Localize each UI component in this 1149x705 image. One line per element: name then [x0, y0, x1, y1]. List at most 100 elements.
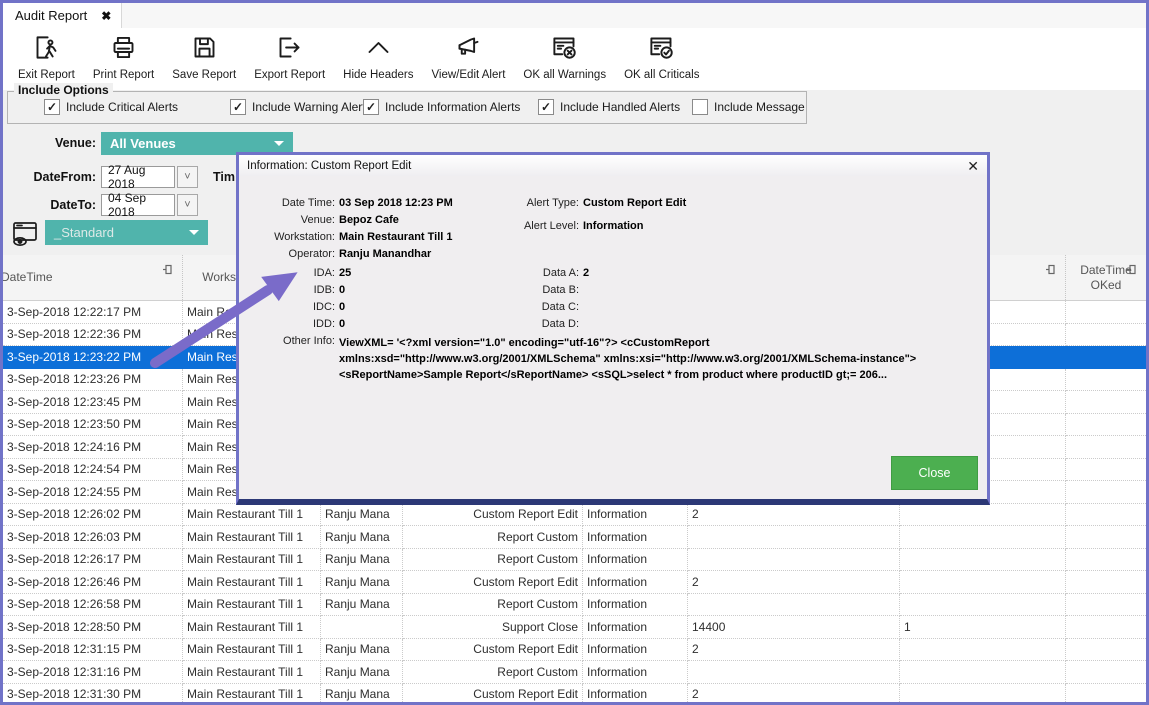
grid-cell[interactable]: Ranju Mana: [321, 684, 403, 703]
grid-cell[interactable]: 3-Sep-2018 12:22:17 PM: [3, 301, 183, 324]
grid-cell[interactable]: Ranju Mana: [321, 661, 403, 684]
grid-cell[interactable]: Information: [583, 616, 688, 639]
grid-cell[interactable]: 3-Sep-2018 12:22:36 PM: [3, 324, 183, 347]
date-from-dropdown-button[interactable]: ˅: [177, 166, 198, 188]
grid-cell[interactable]: [1066, 324, 1146, 347]
grid-cell[interactable]: Main Restaurant Till 1: [183, 526, 321, 549]
grid-cell[interactable]: Main Restaurant Till 1: [183, 504, 321, 527]
grid-row[interactable]: 3-Sep-2018 12:31:16 PMMain Restaurant Ti…: [3, 661, 1146, 684]
grid-cell[interactable]: Support Close: [403, 616, 583, 639]
grid-cell[interactable]: [900, 684, 1066, 703]
grid-cell[interactable]: 3-Sep-2018 12:31:16 PM: [3, 661, 183, 684]
grid-cell[interactable]: Custom Report Edit: [403, 639, 583, 662]
checkbox-box[interactable]: [538, 99, 554, 115]
grid-cell[interactable]: 3-Sep-2018 12:26:58 PM: [3, 594, 183, 617]
grid-cell[interactable]: Main Restaurant Till 1: [183, 684, 321, 703]
grid-row[interactable]: 3-Sep-2018 12:31:30 PMMain Restaurant Ti…: [3, 684, 1146, 703]
grid-cell[interactable]: 3-Sep-2018 12:31:30 PM: [3, 684, 183, 703]
grid-cell[interactable]: Main Restaurant Till 1: [183, 639, 321, 662]
grid-cell[interactable]: [321, 616, 403, 639]
grid-cell[interactable]: 3-Sep-2018 12:24:54 PM: [3, 459, 183, 482]
grid-cell[interactable]: [688, 549, 900, 572]
checkbox-box[interactable]: [363, 99, 379, 115]
grid-cell[interactable]: Main Restaurant Till 1: [183, 661, 321, 684]
dialog-title-bar[interactable]: Information: Custom Report Edit ✕: [239, 155, 987, 176]
grid-cell[interactable]: Information: [583, 639, 688, 662]
grid-cell[interactable]: Custom Report Edit: [403, 571, 583, 594]
grid-cell[interactable]: Information: [583, 549, 688, 572]
grid-cell[interactable]: 3-Sep-2018 12:26:46 PM: [3, 571, 183, 594]
include-critical-checkbox[interactable]: Include Critical Alerts: [44, 99, 178, 115]
grid-row[interactable]: 3-Sep-2018 12:28:50 PMMain Restaurant Ti…: [3, 616, 1146, 639]
grid-cell[interactable]: [1066, 414, 1146, 437]
grid-cell[interactable]: [1066, 526, 1146, 549]
grid-cell[interactable]: Main Restaurant Till 1: [183, 549, 321, 572]
column-header-datetime-oked[interactable]: DateTime OKed: [1066, 255, 1146, 300]
include-warning-checkbox[interactable]: Include Warning Alerts: [230, 99, 372, 115]
grid-cell[interactable]: [1066, 571, 1146, 594]
include-message-checkbox[interactable]: Include Message: [692, 99, 805, 115]
grid-cell[interactable]: 3-Sep-2018 12:24:16 PM: [3, 436, 183, 459]
grid-cell[interactable]: [900, 526, 1066, 549]
grid-cell[interactable]: 3-Sep-2018 12:23:45 PM: [3, 391, 183, 414]
grid-cell[interactable]: [1066, 459, 1146, 482]
grid-cell[interactable]: Ranju Mana: [321, 549, 403, 572]
grid-cell[interactable]: [1066, 616, 1146, 639]
grid-cell[interactable]: 2: [688, 571, 900, 594]
grid-cell[interactable]: [900, 661, 1066, 684]
grid-cell[interactable]: [900, 549, 1066, 572]
grid-cell[interactable]: [688, 594, 900, 617]
grid-cell[interactable]: 3-Sep-2018 12:28:50 PM: [3, 616, 183, 639]
grid-cell[interactable]: 3-Sep-2018 12:26:03 PM: [3, 526, 183, 549]
grid-cell[interactable]: Ranju Mana: [321, 571, 403, 594]
report-view-icon[interactable]: [10, 220, 40, 248]
grid-cell[interactable]: Main Restaurant Till 1: [183, 571, 321, 594]
checkbox-box[interactable]: [230, 99, 246, 115]
grid-row[interactable]: 3-Sep-2018 12:31:15 PMMain Restaurant Ti…: [3, 639, 1146, 662]
hide-headers-button[interactable]: Hide Headers: [334, 28, 422, 81]
date-to-dropdown-button[interactable]: ˅: [177, 194, 198, 216]
grid-cell[interactable]: 3-Sep-2018 12:23:22 PM: [3, 346, 183, 369]
grid-cell[interactable]: 2: [688, 504, 900, 527]
grid-cell[interactable]: [1066, 369, 1146, 392]
grid-cell[interactable]: [1066, 346, 1146, 369]
grid-cell[interactable]: [1066, 639, 1146, 662]
grid-cell[interactable]: 2: [688, 684, 900, 703]
tab-audit-report[interactable]: Audit Report ✖: [3, 3, 122, 28]
grid-row[interactable]: 3-Sep-2018 12:26:58 PMMain Restaurant Ti…: [3, 594, 1146, 617]
print-report-button[interactable]: Print Report: [84, 28, 163, 81]
grid-cell[interactable]: Report Custom: [403, 661, 583, 684]
grid-cell[interactable]: Ranju Mana: [321, 639, 403, 662]
grid-cell[interactable]: [1066, 391, 1146, 414]
grid-cell[interactable]: [1066, 504, 1146, 527]
grid-cell[interactable]: Report Custom: [403, 526, 583, 549]
grid-cell[interactable]: Information: [583, 684, 688, 703]
grid-row[interactable]: 3-Sep-2018 12:26:03 PMMain Restaurant Ti…: [3, 526, 1146, 549]
date-from-input[interactable]: 27 Aug 2018: [101, 166, 175, 188]
grid-cell[interactable]: Information: [583, 571, 688, 594]
grid-cell[interactable]: [1066, 549, 1146, 572]
grid-cell[interactable]: [900, 594, 1066, 617]
grid-cell[interactable]: Custom Report Edit: [403, 684, 583, 703]
pin-icon[interactable]: [1126, 264, 1137, 275]
grid-cell[interactable]: 3-Sep-2018 12:24:55 PM: [3, 481, 183, 504]
grid-cell[interactable]: [1066, 481, 1146, 504]
grid-cell[interactable]: 3-Sep-2018 12:26:17 PM: [3, 549, 183, 572]
grid-cell[interactable]: 3-Sep-2018 12:26:02 PM: [3, 504, 183, 527]
grid-cell[interactable]: Ranju Mana: [321, 526, 403, 549]
grid-cell[interactable]: Information: [583, 504, 688, 527]
grid-cell[interactable]: 2: [688, 639, 900, 662]
ok-all-criticals-button[interactable]: OK all Criticals: [615, 28, 708, 81]
grid-cell[interactable]: [1066, 301, 1146, 324]
column-header-datetime[interactable]: DateTime: [3, 255, 183, 300]
include-handled-checkbox[interactable]: Include Handled Alerts: [538, 99, 680, 115]
export-report-button[interactable]: Export Report: [245, 28, 334, 81]
grid-cell[interactable]: Information: [583, 526, 688, 549]
grid-cell[interactable]: Report Custom: [403, 594, 583, 617]
grid-cell[interactable]: Report Custom: [403, 549, 583, 572]
grid-cell[interactable]: 3-Sep-2018 12:23:50 PM: [3, 414, 183, 437]
report-style-dropdown[interactable]: _Standard: [45, 220, 208, 245]
grid-cell[interactable]: 1: [900, 616, 1066, 639]
grid-row[interactable]: 3-Sep-2018 12:26:46 PMMain Restaurant Ti…: [3, 571, 1146, 594]
grid-cell[interactable]: [1066, 594, 1146, 617]
